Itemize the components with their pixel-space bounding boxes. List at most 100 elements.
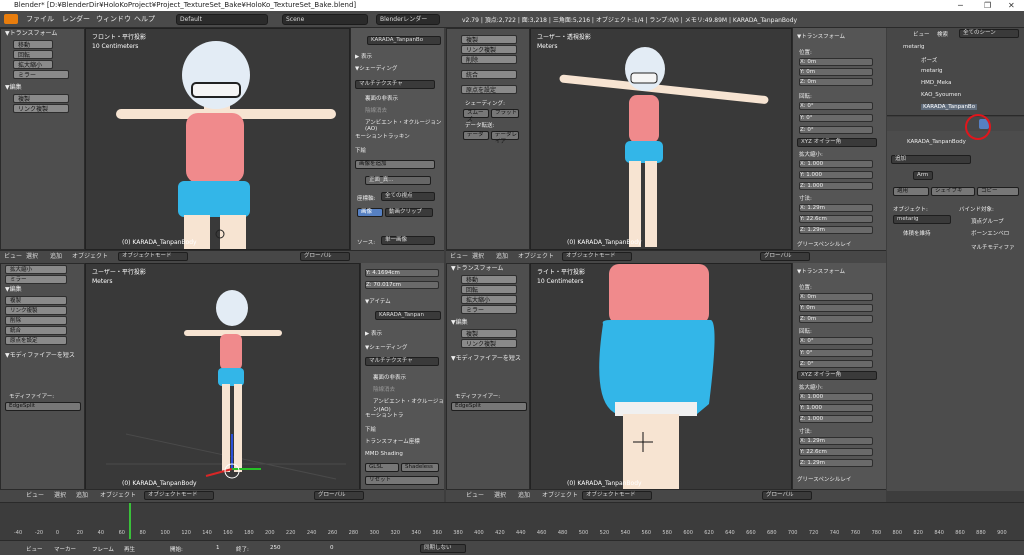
current-frame-value[interactable]: 0 bbox=[330, 545, 334, 551]
end-frame-value[interactable]: 250 bbox=[270, 545, 281, 551]
move-button[interactable]: 移動 bbox=[13, 40, 53, 49]
grease-pencil-header[interactable]: グリースペンシルレイ bbox=[797, 240, 851, 248]
reset-button[interactable]: リセット bbox=[365, 476, 439, 485]
current-frame-marker[interactable] bbox=[129, 503, 131, 539]
timeline-marker-menu[interactable]: マーカー bbox=[54, 545, 76, 553]
orientation-selector-2[interactable]: グローバル bbox=[760, 252, 810, 261]
shading-header-2[interactable]: ▼シェーディング bbox=[365, 343, 407, 351]
background-header-2[interactable]: 下絵 bbox=[365, 425, 376, 433]
link-duplicate-button[interactable]: リンク複製 bbox=[13, 104, 69, 113]
transform-orient-header[interactable]: トランスフォーム座標 bbox=[365, 437, 420, 445]
header-view-menu-3[interactable]: ビュー bbox=[26, 490, 44, 502]
matcap-selector[interactable]: マルチテクスチャ bbox=[355, 80, 435, 89]
location-x[interactable]: X: 0m bbox=[799, 58, 873, 66]
dimension-z-b[interactable]: Z: 1.29m bbox=[799, 459, 873, 467]
transform-header[interactable]: ▼トランスフォーム bbox=[797, 32, 845, 40]
background-image-header[interactable]: 下絵 bbox=[355, 146, 366, 154]
location-z-b[interactable]: Z: 0m bbox=[799, 315, 873, 323]
menu-file[interactable]: ファイル bbox=[26, 14, 54, 24]
close-icon[interactable]: ✕ bbox=[1008, 0, 1015, 11]
coord-y[interactable]: Y: 4.1694cm bbox=[365, 269, 439, 277]
location-y-b[interactable]: Y: 0m bbox=[799, 304, 873, 312]
timeline-playback-menu[interactable]: 再生 bbox=[124, 545, 135, 553]
duplicate-button-2[interactable]: 複製 bbox=[461, 35, 517, 44]
tool-transform-header-4[interactable]: ▼トランスフォーム bbox=[447, 264, 529, 274]
motion-tracking-header-2[interactable]: モーショントラ bbox=[365, 411, 403, 419]
mirror-button-3[interactable]: ミラー bbox=[5, 275, 67, 284]
header-object-menu-2[interactable]: オブジェクト bbox=[518, 251, 554, 263]
add-image-button[interactable]: 画像を追加 bbox=[355, 160, 435, 169]
viewport-front[interactable]: フロント・平行投影 10 Centimeters (0) KARADA_Tanpa… bbox=[85, 28, 350, 250]
header-add-menu-3[interactable]: 追加 bbox=[76, 490, 88, 502]
timeline-view-menu[interactable]: ビュー bbox=[26, 545, 43, 553]
header-add-menu-2[interactable]: 追加 bbox=[496, 251, 508, 263]
outliner-search-menu[interactable]: 検索 bbox=[937, 30, 948, 38]
shading-header[interactable]: ▼シェーディング bbox=[355, 64, 397, 72]
mmd-shading-header[interactable]: MMD Shading bbox=[365, 451, 403, 457]
dimension-y[interactable]: Y: 22.6cm bbox=[799, 215, 873, 223]
hidden-wire-checkbox-2[interactable]: 陰線消去 bbox=[373, 385, 395, 393]
bg-image-name[interactable]: 正面_真... bbox=[365, 176, 431, 185]
outliner-item-karada[interactable]: KARADA_TanpanBo bbox=[921, 104, 978, 110]
menu-window[interactable]: ウィンドウ bbox=[96, 14, 131, 24]
location-y[interactable]: Y: 0m bbox=[799, 68, 873, 76]
outliner-scope-selector[interactable]: 全てのシーン bbox=[959, 29, 1019, 38]
image-source-button[interactable]: 画像 bbox=[357, 208, 383, 217]
add-modifier-selector[interactable]: 追加 bbox=[891, 155, 971, 164]
orientation-selector[interactable]: グローバル bbox=[300, 252, 350, 261]
orientation-selector-4[interactable]: グローバル bbox=[762, 491, 812, 500]
minimize-icon[interactable]: ─ bbox=[958, 0, 963, 11]
header-view-menu-2[interactable]: ビュー bbox=[450, 251, 468, 263]
outliner-item-metarig[interactable]: metarig bbox=[903, 44, 925, 50]
mode-selector-3[interactable]: オブジェクトモード bbox=[144, 491, 214, 500]
link-duplicate-button-4[interactable]: リンク複製 bbox=[461, 339, 517, 348]
set-origin-button[interactable]: 原点を設定 bbox=[461, 85, 517, 94]
outliner-item-metarig-data[interactable]: metarig bbox=[921, 68, 943, 74]
copy-button[interactable]: コピー bbox=[977, 187, 1019, 196]
location-z[interactable]: Z: 0m bbox=[799, 78, 873, 86]
menu-help[interactable]: ヘルプ bbox=[134, 14, 155, 24]
item-header[interactable]: ▼アイテム bbox=[365, 297, 391, 305]
tool-edit-header[interactable]: ▼編集 bbox=[1, 83, 84, 93]
modifier-header-4[interactable]: ▼モディファイアーを短ス bbox=[447, 354, 529, 364]
item-name-field[interactable]: KARADA_TanpanBo bbox=[367, 36, 441, 45]
motion-tracking-header[interactable]: モーショントラッキン bbox=[355, 132, 410, 140]
scale-y-b[interactable]: Y: 1.000 bbox=[799, 404, 873, 412]
outliner-item-hmd[interactable]: HMD_Meka bbox=[921, 80, 951, 86]
rotate-button-4[interactable]: 回転 bbox=[461, 285, 517, 294]
header-view-menu-4[interactable]: ビュー bbox=[466, 490, 484, 502]
scale-button-4[interactable]: 拡大縮小 bbox=[461, 295, 517, 304]
vertex-groups-checkbox[interactable]: 頂点グループ bbox=[971, 217, 1004, 225]
apply-shape-button[interactable]: シェイプキ bbox=[931, 187, 975, 196]
header-object-menu-3[interactable]: オブジェクト bbox=[100, 490, 136, 502]
apply-button[interactable]: 適用 bbox=[893, 187, 929, 196]
viewport-right[interactable]: ライト・平行投影 10 Centimeters (0) KARADA_Tanpan… bbox=[530, 263, 792, 491]
shadeless-button[interactable]: Shadeless bbox=[401, 463, 439, 472]
menu-render[interactable]: レンダー bbox=[62, 14, 90, 24]
matcap-selector-2[interactable]: マルチテクスチャ bbox=[365, 357, 439, 366]
join-button[interactable]: 統合 bbox=[461, 70, 517, 79]
restore-icon[interactable]: ❐ bbox=[984, 0, 991, 11]
movie-clip-button[interactable]: 動画クリップ bbox=[385, 208, 433, 217]
display-header[interactable]: ▶ 表示 bbox=[355, 52, 372, 60]
rotation-x[interactable]: X: 0° bbox=[799, 102, 873, 110]
rotate-button[interactable]: 回転 bbox=[13, 50, 53, 59]
location-x-b[interactable]: X: 0m bbox=[799, 293, 873, 301]
timeline[interactable]: -40 -20 0 20 40 60 80 100 120 140 160 180 200 220 240 2… bbox=[0, 502, 1024, 540]
transform-header-b[interactable]: ▼トランスフォーム bbox=[797, 267, 845, 275]
header-select-menu-4[interactable]: 選択 bbox=[494, 490, 506, 502]
data-button[interactable]: データ bbox=[463, 131, 489, 140]
dimension-x[interactable]: X: 1.29m bbox=[799, 204, 873, 212]
header-select-menu[interactable]: 選択 bbox=[26, 251, 38, 263]
header-select-menu-2[interactable]: 選択 bbox=[472, 251, 484, 263]
rotation-mode-selector[interactable]: XYZ オイラー角 bbox=[797, 138, 877, 147]
blender-logo-icon[interactable] bbox=[4, 14, 18, 24]
timeline-frame-menu[interactable]: フレーム bbox=[92, 545, 114, 553]
orientation-selector-3[interactable]: グローバル bbox=[314, 491, 364, 500]
scale-z[interactable]: Z: 1.000 bbox=[799, 182, 873, 190]
display-header-2[interactable]: ▶ 表示 bbox=[365, 329, 382, 337]
layout-selector[interactable]: Default bbox=[176, 14, 268, 25]
mirror-button-4[interactable]: ミラー bbox=[461, 305, 517, 314]
sync-selector[interactable]: 同期しない bbox=[420, 544, 466, 553]
scene-selector[interactable]: Scene bbox=[282, 14, 368, 25]
